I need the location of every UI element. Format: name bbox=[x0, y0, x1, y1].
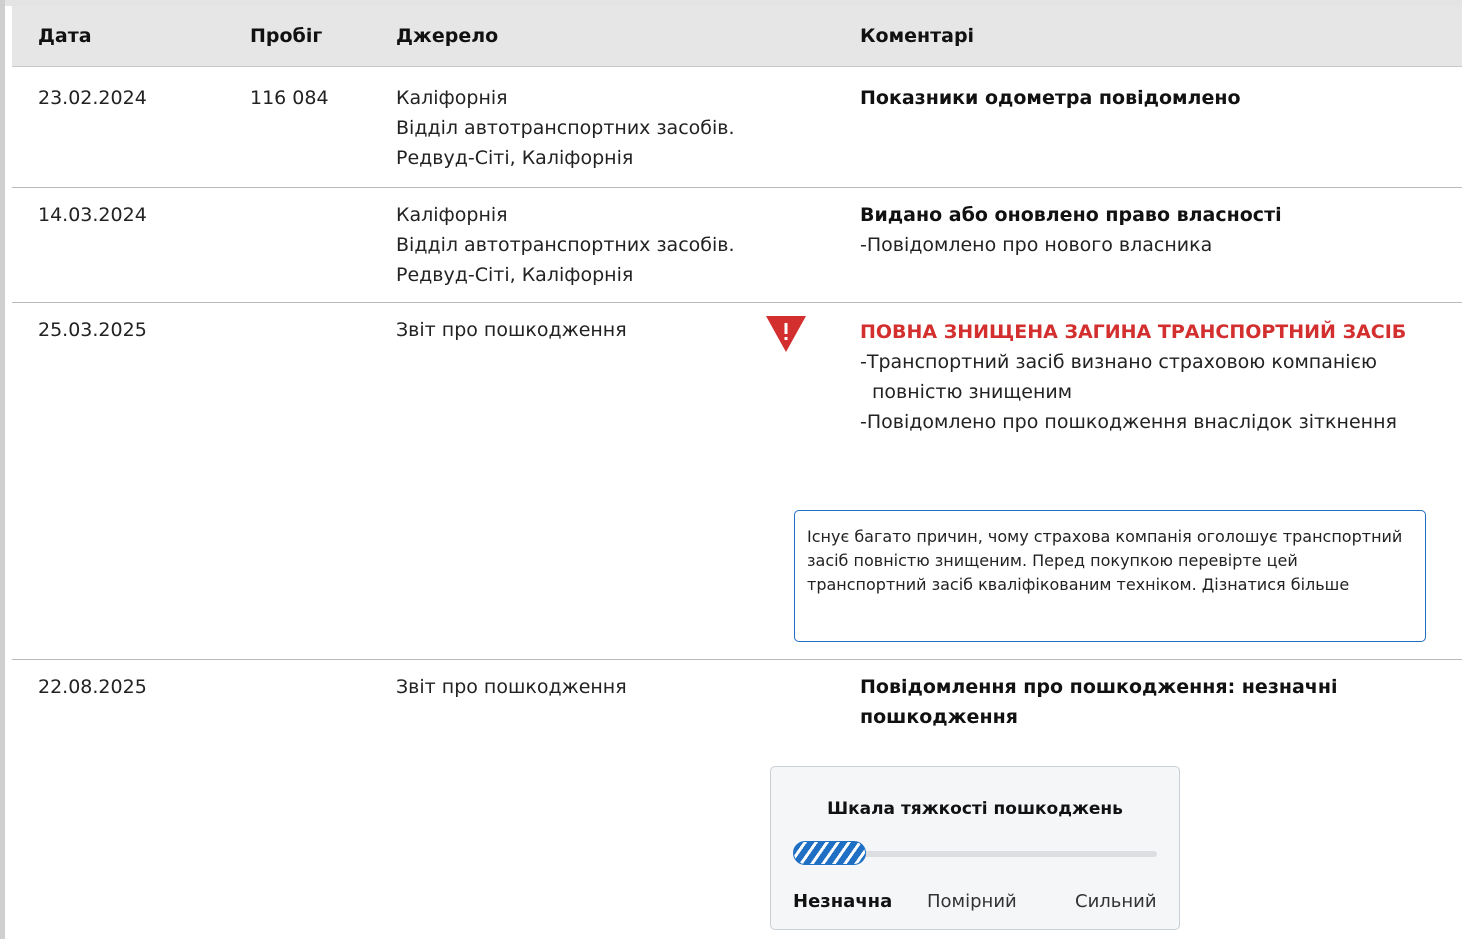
severity-level-severe: Сильний bbox=[1075, 891, 1157, 912]
row-source: Каліфорнія Відділ автотранспортних засоб… bbox=[396, 200, 735, 290]
row-source: Звіт про пошкодження bbox=[396, 315, 627, 345]
row-source: Каліфорнія Відділ автотранспортних засоб… bbox=[396, 83, 735, 173]
severity-level-minor: Незначна bbox=[793, 891, 893, 912]
source-line: Відділ автотранспортних засобів. bbox=[396, 117, 735, 139]
row-date: 22.08.2025 bbox=[38, 676, 147, 698]
comment-bullet: -Повідомлено про пошкодження внаслідок з… bbox=[860, 411, 1397, 433]
row-date: 23.02.2024 bbox=[38, 87, 147, 109]
source-line: Каліфорнія bbox=[396, 204, 508, 226]
left-border bbox=[0, 0, 5, 939]
comment-title: Повідомлення про пошкодження: незначні п… bbox=[860, 676, 1338, 728]
table-row: 23.02.2024 116 084 Каліфорнія Відділ авт… bbox=[12, 67, 1462, 188]
damage-severity-card: Шкала тяжкості пошкоджень Незначна Помір… bbox=[770, 766, 1180, 930]
warning-triangle-icon bbox=[764, 314, 808, 354]
row-comments: Показники одометра повідомлено bbox=[860, 83, 1450, 113]
header-source: Джерело bbox=[396, 25, 499, 47]
severity-title: Шкала тяжкості пошкоджень bbox=[827, 799, 1123, 819]
table-row: 22.08.2025 Звіт про пошкодження Повідомл… bbox=[12, 660, 1462, 950]
source-line: Редвуд-Сіті, Каліфорнія bbox=[396, 147, 634, 169]
row-comments: Видано або оновлено право власності -Пов… bbox=[860, 200, 1450, 260]
learn-more-link[interactable]: Дізнатися більше bbox=[1202, 575, 1349, 594]
comment-title: Видано або оновлено право власності bbox=[860, 204, 1282, 226]
row-comments: Повідомлення про пошкодження: незначні п… bbox=[860, 672, 1400, 732]
row-date: 14.03.2024 bbox=[38, 204, 147, 226]
row-comments: ПОВНА ЗНИЩЕНА ЗАГИНА ТРАНСПОРТНИЙ ЗАСІБ … bbox=[860, 317, 1450, 437]
row-source: Звіт про пошкодження bbox=[396, 672, 627, 702]
comment-bullet: -Повідомлено про нового власника bbox=[860, 234, 1213, 256]
alert-title: ПОВНА ЗНИЩЕНА ЗАГИНА ТРАНСПОРТНИЙ ЗАСІБ bbox=[860, 321, 1407, 343]
comment-title: Показники одометра повідомлено bbox=[860, 87, 1241, 109]
header-comments: Коментарі bbox=[860, 25, 975, 47]
row-date: 25.03.2025 bbox=[38, 319, 147, 341]
header-date: Дата bbox=[38, 25, 92, 47]
table-header: Дата Пробіг Джерело Коментарі bbox=[12, 6, 1462, 67]
table-row: 14.03.2024 Каліфорнія Відділ автотранспо… bbox=[12, 188, 1462, 303]
source-line: Редвуд-Сіті, Каліфорнія bbox=[396, 264, 634, 286]
source-line: Відділ автотранспортних засобів. bbox=[396, 234, 735, 256]
source-line: Каліфорнія bbox=[396, 87, 508, 109]
total-loss-info-box: Існує багато причин, чому страхова компа… bbox=[794, 510, 1426, 642]
severity-level-moderate: Помірний bbox=[927, 891, 1017, 912]
vehicle-history-panel: Дата Пробіг Джерело Коментарі 23.02.2024… bbox=[0, 0, 1462, 939]
comment-bullet: -Транспортний засіб визнано страховою ко… bbox=[860, 351, 1377, 403]
source-line: Звіт про пошкодження bbox=[396, 319, 627, 341]
source-line: Звіт про пошкодження bbox=[396, 676, 627, 698]
row-mileage: 116 084 bbox=[250, 87, 329, 109]
severity-fill bbox=[793, 841, 866, 865]
header-mileage: Пробіг bbox=[250, 25, 323, 47]
